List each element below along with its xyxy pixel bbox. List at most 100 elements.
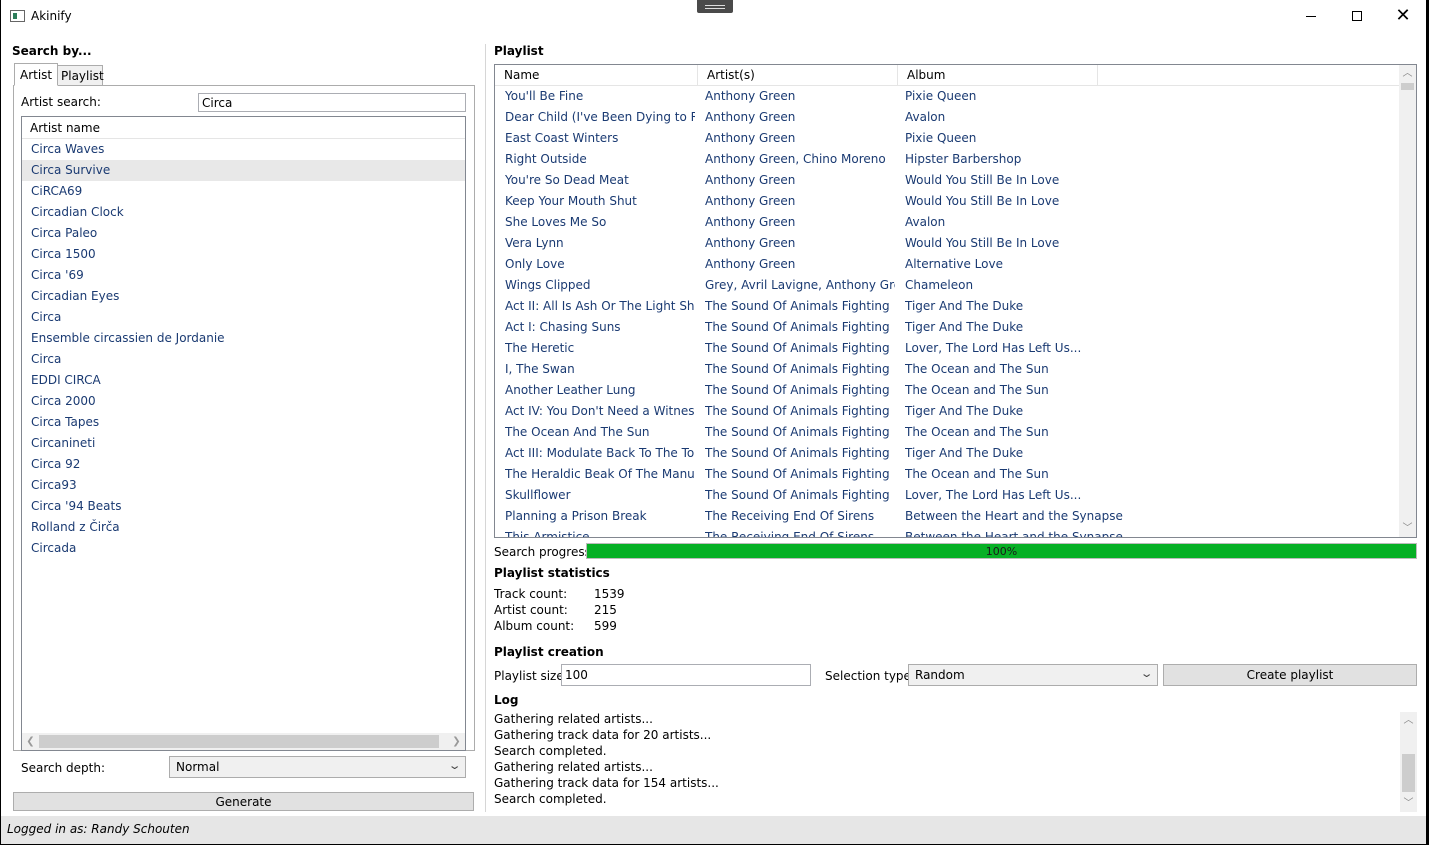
table-row[interactable]: East Coast Winters Anthony Green Pixie Que… [495, 128, 1400, 149]
hscroll-thumb[interactable] [39, 735, 439, 748]
list-item[interactable]: Circada [22, 538, 465, 559]
album-cell: Tiger And The Duke [905, 404, 1024, 418]
table-row[interactable]: Planning a Prison Break The Receiving End… [495, 506, 1400, 527]
table-row[interactable]: Act II: All Is Ash Or The Light Shining T… [495, 296, 1400, 317]
table-row[interactable]: Right Outside Anthony Green, Chino Moreno… [495, 149, 1400, 170]
artist-search-input[interactable] [198, 93, 466, 112]
track-name-cell: Skullflower [505, 488, 571, 502]
artist-cell: The Sound Of Animals Fighting [705, 320, 890, 334]
track-name-cell: Wings Clipped [505, 278, 591, 292]
scroll-up-icon[interactable]: ︿ [1399, 65, 1416, 82]
main-window: Akinify ✕ Search by... Artist Playlist A… [1, 0, 1426, 844]
track-name-cell: East Coast Winters [505, 131, 619, 145]
log-output[interactable]: Gathering related artists... Gathering tr… [494, 712, 1417, 812]
list-item[interactable]: Circadian Eyes [22, 286, 465, 307]
table-row[interactable]: Keep Your Mouth Shut Anthony Green Would Y… [495, 191, 1400, 212]
vscroll-thumb[interactable] [1401, 83, 1414, 90]
column-header-album[interactable]: Album [898, 65, 1098, 86]
artist-rows: Circa Waves Circa Survive CiRCA69 Circadian… [22, 139, 465, 559]
drag-handle-icon[interactable] [697, 0, 733, 13]
track-name-cell: You're So Dead Meat [505, 173, 629, 187]
create-playlist-button[interactable]: Create playlist [1163, 664, 1417, 686]
list-item[interactable]: Circa [22, 349, 465, 370]
selection-type-select[interactable]: Random ⌄ [908, 664, 1158, 686]
creation-heading: Playlist creation [494, 645, 604, 659]
scroll-right-icon[interactable]: ❯ [448, 734, 465, 749]
tab-playlist[interactable]: Playlist [55, 65, 104, 86]
column-header-name[interactable]: Name [495, 65, 698, 86]
list-item[interactable]: CiRCA69 [22, 181, 465, 202]
table-row[interactable]: Act III: Modulate Back To The Tonic The S… [495, 443, 1400, 464]
list-item[interactable]: Circa Paleo [22, 223, 465, 244]
scroll-left-icon[interactable]: ❮ [22, 734, 39, 749]
track-name-cell: Act II: All Is Ash Or The Light Shining [505, 299, 695, 313]
table-row[interactable]: Dear Child (I've Been Dying to Reach You… [495, 107, 1400, 128]
log-vscrollbar[interactable]: ︿ ﹀ [1400, 712, 1417, 812]
album-cell: Between the Heart and the Synapse [905, 509, 1123, 523]
track-name-cell: Vera Lynn [505, 236, 564, 250]
panel-divider[interactable] [485, 44, 486, 812]
list-item[interactable]: Circa Survive [22, 160, 465, 181]
table-row[interactable]: The Heretic The Sound Of Animals Fighting… [495, 338, 1400, 359]
list-item[interactable]: Circa 92 [22, 454, 465, 475]
minimize-button[interactable] [1288, 0, 1334, 32]
generate-button[interactable]: Generate [13, 792, 474, 811]
table-row[interactable]: I, The Swan The Sound Of Animals Fighting… [495, 359, 1400, 380]
table-row[interactable]: The Ocean And The Sun The Sound Of Animal… [495, 422, 1400, 443]
list-item[interactable]: Circa Tapes [22, 412, 465, 433]
list-item[interactable]: Circadian Clock [22, 202, 465, 223]
table-row[interactable]: Only Love Anthony Green Alternative Love [495, 254, 1400, 275]
list-item[interactable]: Circa 1500 [22, 244, 465, 265]
table-row[interactable]: You'll Be Fine Anthony Green Pixie Queen [495, 86, 1400, 107]
search-depth-label: Search depth: [21, 761, 106, 775]
playlist-size-input[interactable] [561, 664, 811, 686]
list-item[interactable]: Circa93 [22, 475, 465, 496]
list-item[interactable]: EDDI CIRCA [22, 370, 465, 391]
search-depth-select[interactable]: Normal ⌄ [169, 756, 466, 778]
list-item[interactable]: Rolland z Čirča [22, 517, 465, 538]
scroll-down-icon[interactable]: ﹀ [1399, 520, 1416, 537]
list-item[interactable]: Circa Waves [22, 139, 465, 160]
chevron-down-icon: ⌄ [1139, 667, 1154, 680]
artist-list-hscrollbar[interactable]: ❮ ❯ [22, 733, 465, 750]
scroll-up-icon[interactable]: ︿ [1400, 712, 1417, 729]
album-cell: Pixie Queen [905, 89, 977, 103]
list-item[interactable]: Circanineti [22, 433, 465, 454]
table-row[interactable]: Act I: Chasing Suns The Sound Of Animals … [495, 317, 1400, 338]
track-count-label: Track count: [494, 587, 568, 601]
list-item[interactable]: Circa '69 [22, 265, 465, 286]
track-count-value: 1539 [594, 587, 625, 601]
search-progress-label: Search progress: [494, 545, 595, 559]
artist-cell: Anthony Green [705, 110, 796, 124]
table-row[interactable]: Wings Clipped Grey, Avril Lavigne, Anthon… [495, 275, 1400, 296]
table-row[interactable]: Skullflower The Sound Of Animals Fighting… [495, 485, 1400, 506]
list-item[interactable]: Ensemble circassien de Jordanie [22, 328, 465, 349]
list-item[interactable]: Circa '94 Beats [22, 496, 465, 517]
title-bar[interactable]: Akinify ✕ [1, 0, 1426, 32]
album-cell: Pixie Queen [905, 131, 977, 145]
log-vscroll-thumb[interactable] [1402, 754, 1415, 792]
playlist-vscrollbar[interactable]: ︿ ﹀ [1399, 65, 1416, 537]
close-icon: ✕ [1395, 5, 1411, 26]
list-item[interactable]: Circa [22, 307, 465, 328]
playlist-grid[interactable]: Name Artist(s) Album You'll Be Fine Antho… [494, 64, 1417, 538]
scroll-down-icon[interactable]: ﹀ [1400, 795, 1417, 812]
table-row[interactable]: You're So Dead Meat Anthony Green Would Yo… [495, 170, 1400, 191]
table-row[interactable]: She Loves Me So Anthony Green Avalon [495, 212, 1400, 233]
table-row[interactable]: Another Leather Lung The Sound Of Animals… [495, 380, 1400, 401]
column-header-artists[interactable]: Artist(s) [698, 65, 898, 86]
tab-artist[interactable]: Artist [14, 63, 59, 86]
table-row[interactable]: Act IV: You Don't Need a Witness The Soun… [495, 401, 1400, 422]
table-row[interactable]: This Armistice The Receiving End Of Siren… [495, 527, 1400, 538]
table-row[interactable]: The Heraldic Beak Of The Manufacturer The… [495, 464, 1400, 485]
artist-list[interactable]: Artist name Circa Waves Circa Survive CiRC… [21, 116, 466, 751]
close-button[interactable]: ✕ [1380, 0, 1426, 32]
list-item[interactable]: Circa 2000 [22, 391, 465, 412]
artist-cell: Anthony Green [705, 89, 796, 103]
album-cell: Would You Still Be In Love [905, 236, 1060, 250]
maximize-button[interactable] [1334, 0, 1380, 32]
artist-list-header[interactable]: Artist name [22, 117, 465, 139]
album-cell: Between the Heart and the Synapse [905, 530, 1123, 538]
table-row[interactable]: Vera Lynn Anthony Green Would You Still Be… [495, 233, 1400, 254]
album-count-label: Album count: [494, 619, 575, 633]
